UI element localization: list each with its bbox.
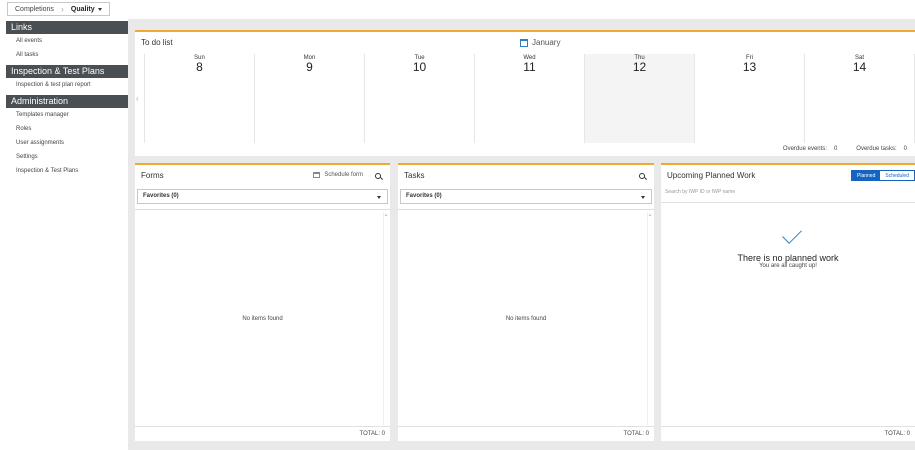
- iwp-search-input[interactable]: Search by IWP ID or IWP name: [665, 189, 735, 195]
- tasks-title: Tasks: [404, 171, 425, 180]
- forms-panel: Forms Schedule form Favorites (0) ▲ No i…: [135, 163, 390, 441]
- month-selector[interactable]: January: [520, 38, 560, 47]
- day-number: 9: [306, 60, 313, 74]
- day-number: 10: [412, 60, 427, 74]
- checkmark-icon: [782, 224, 802, 244]
- planned-title: Upcoming Planned Work: [667, 171, 756, 180]
- chevron-down-icon: [641, 196, 645, 199]
- planned-work-panel: Upcoming Planned Work Planned Scheduled …: [661, 163, 915, 441]
- total-count: TOTAL: 0: [884, 431, 910, 437]
- tasks-panel: Tasks Favorites (0) ▲ No items found TOT…: [398, 163, 654, 441]
- breadcrumb-item-quality[interactable]: Quality: [64, 3, 109, 15]
- search-icon[interactable]: [639, 173, 645, 179]
- divider: [135, 426, 390, 427]
- day-column-today[interactable]: Thu 12: [585, 54, 695, 143]
- breadcrumb-label: Quality: [70, 5, 95, 13]
- total-count: TOTAL: 0: [623, 431, 649, 437]
- breadcrumb-item-completions[interactable]: Completions: [8, 3, 61, 15]
- sidebar-item-templates-manager[interactable]: Templates manager: [0, 108, 128, 122]
- empty-subtitle: You are all caught up!: [759, 263, 817, 269]
- forms-title: Forms: [141, 171, 164, 180]
- calendar-icon: [313, 172, 321, 178]
- favorites-dropdown[interactable]: Favorites (0): [137, 189, 388, 204]
- divider: [661, 202, 915, 203]
- favorites-label: Favorites (0): [406, 193, 442, 199]
- sidebar-item-itp-report[interactable]: Inspection & test plan report: [0, 78, 128, 92]
- sidebar-item-settings[interactable]: Settings: [0, 150, 128, 164]
- sidebar-item-all-tasks[interactable]: All tasks: [0, 48, 128, 62]
- divider: [661, 426, 915, 427]
- schedule-form-button[interactable]: Schedule form: [313, 172, 363, 178]
- day-column[interactable]: Mon 9: [255, 54, 365, 143]
- day-column[interactable]: Wed 11: [475, 54, 585, 143]
- total-count: TOTAL: 0: [359, 431, 385, 437]
- day-number: 11: [523, 60, 536, 74]
- divider: [398, 426, 654, 427]
- overdue-events-label: Overdue events:: [782, 146, 827, 152]
- day-number: 12: [632, 60, 647, 74]
- toggle-scheduled[interactable]: Scheduled: [880, 171, 914, 180]
- sidebar-item-user-assignments[interactable]: User assignments: [0, 136, 128, 150]
- sidebar-item-roles[interactable]: Roles: [0, 122, 128, 136]
- sidebar-item-itp[interactable]: Inspection & Test Plans: [0, 164, 128, 178]
- planned-scheduled-toggle: Planned Scheduled: [851, 170, 915, 181]
- toggle-planned[interactable]: Planned: [852, 171, 881, 180]
- breadcrumb: Completions › Quality: [7, 2, 110, 16]
- chevron-down-icon: [97, 7, 102, 11]
- day-number: 13: [742, 60, 757, 74]
- todo-panel: To do list January ‹ Sun 8 Mon 9 Tue 10 Wed…: [135, 30, 915, 156]
- day-number: 8: [196, 60, 203, 74]
- favorites-label: Favorites (0): [143, 193, 179, 199]
- sidebar-item-all-events[interactable]: All events: [0, 34, 128, 48]
- sidebar-section-administration: Administration: [6, 95, 128, 108]
- search-icon[interactable]: [375, 173, 381, 179]
- schedule-form-label: Schedule form: [324, 172, 363, 178]
- overdue-tasks-count: 0: [903, 146, 907, 152]
- week-grid: Sun 8 Mon 9 Tue 10 Wed 11 Thu 12 Fri 13 Sat 14: [144, 54, 915, 143]
- todo-title: To do list: [141, 38, 173, 47]
- overdue-tasks-label: Overdue tasks:: [856, 146, 897, 152]
- sidebar-section-links: Links: [6, 21, 128, 34]
- overdue-events-count: 0: [833, 146, 838, 152]
- sidebar-section-itp: Inspection & Test Plans: [6, 65, 128, 78]
- day-column[interactable]: Tue 10: [365, 54, 475, 143]
- day-column[interactable]: Fri 13: [695, 54, 805, 143]
- month-label: January: [532, 38, 561, 47]
- day-column[interactable]: Sat 14: [805, 54, 915, 143]
- chevron-down-icon: [377, 196, 381, 199]
- day-column[interactable]: Sun 8: [145, 54, 255, 143]
- calendar-icon: [520, 38, 528, 47]
- sidebar: Links All events All tasks Inspection & …: [0, 19, 128, 450]
- chevron-left-icon[interactable]: ‹: [136, 94, 139, 103]
- empty-message: No items found: [242, 316, 283, 322]
- overdue-summary: Overdue events: 0 Overdue tasks: 0: [783, 146, 907, 152]
- empty-message: No items found: [505, 316, 547, 322]
- empty-title: There is no planned work: [737, 253, 839, 263]
- top-bar: Completions › Quality: [0, 0, 915, 19]
- day-number: 14: [852, 60, 867, 74]
- favorites-dropdown[interactable]: Favorites (0): [400, 189, 652, 204]
